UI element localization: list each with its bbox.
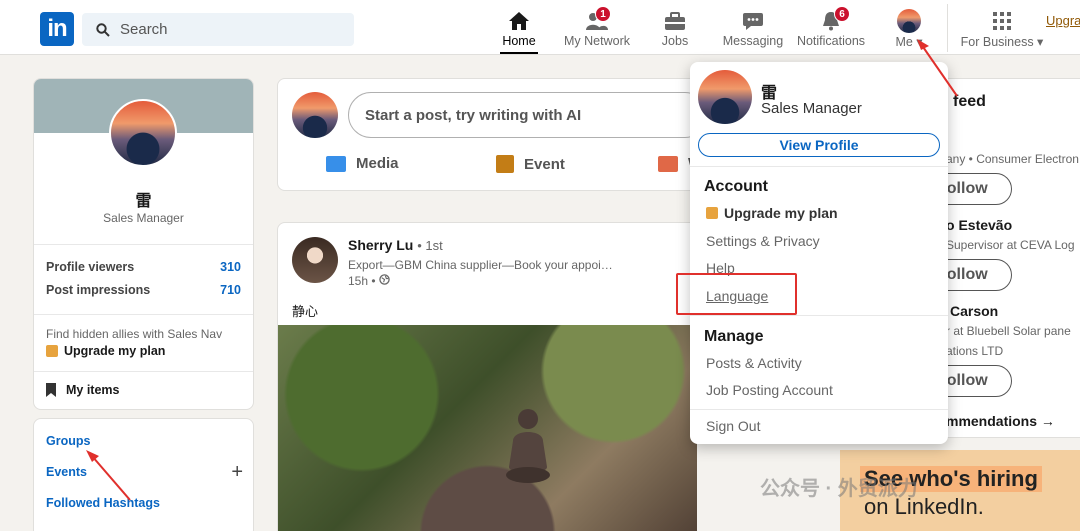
connection-degree: • 1st [417,238,443,253]
avatar [897,8,921,34]
recommendation-3-subtitle-2: ations LTD [946,344,1004,358]
network-badge: 1 [595,6,611,22]
job-posting-account-menu-item[interactable]: Job Posting Account [706,382,833,398]
groups-card: Groups Events + Followed Hashtags [33,418,254,531]
author-headline: Export—GBM China supplier—Book your appo… [348,258,613,272]
recommendation-3-name[interactable]: Carson [950,303,998,319]
nav-jobs-label: Jobs [661,34,689,48]
chat-icon [742,8,764,34]
search-icon [96,22,110,37]
divider [690,409,948,410]
nav-my-network-label: My Network [564,34,630,48]
annotation-arrow-me [917,39,958,97]
settings-privacy-menu-item[interactable]: Settings & Privacy [706,233,820,249]
upgrade-plan-link[interactable]: Upgrade my plan [46,344,165,358]
article-icon [658,155,678,172]
divider [34,244,253,245]
nav-notifications[interactable]: 6 Notifications [796,6,866,54]
media-label: Media [356,155,399,172]
upgrade-plan-menu-label: Upgrade my plan [724,205,838,221]
post-image[interactable] [278,325,697,531]
briefcase-icon [664,8,686,34]
profile-avatar[interactable] [109,99,177,167]
composer-avatar[interactable] [292,92,338,138]
manage-heading: Manage [704,328,764,345]
grid-icon [992,8,1012,34]
bell-icon: 6 [820,6,850,34]
watermark: 公众号 · 外贸派力 [760,478,918,500]
divider [690,315,948,316]
media-button[interactable]: Media [326,155,399,172]
calendar-icon [496,155,514,173]
stat-profile-viewers[interactable]: Profile viewers 310 [46,260,241,274]
stat-post-impressions[interactable]: Post impressions 710 [46,283,241,297]
post-time: 15h • [348,274,390,288]
recommendation-2-subtitle: Supervisor at CEVA Log [946,238,1075,252]
add-event-button[interactable]: + [231,461,243,484]
stat-value: 310 [220,260,241,274]
divider [690,166,948,167]
event-label: Event [524,155,565,173]
post-author[interactable]: Sherry Lu • 1st [348,237,443,253]
upgrade-premium-link[interactable]: Upgra [1046,13,1080,28]
account-heading: Account [704,178,768,195]
upgrade-plan-menu-item[interactable]: Upgrade my plan [706,205,838,221]
upgrade-plan-label: Upgrade my plan [64,344,166,358]
divider [34,371,253,372]
groups-link[interactable]: Groups [46,434,90,448]
premium-icon [706,207,718,219]
notifications-badge: 6 [834,6,850,22]
me-dropdown-menu: 雷 Sales Manager View Profile Account Upg… [690,62,948,444]
profile-title: Sales Manager [103,211,184,225]
divider [34,314,253,315]
nav-messaging[interactable]: Messaging [722,8,784,54]
profile-card: 雷 Sales Manager Profile viewers 310 Post… [33,78,254,410]
stat-label: Profile viewers [46,260,135,274]
nav-for-business-label: For Business ▾ [960,35,1044,49]
author-avatar[interactable] [292,237,338,283]
nav-messaging-label: Messaging [722,34,784,48]
home-icon [508,8,530,34]
author-name: Sherry Lu [348,237,414,253]
nav-home-label: Home [502,34,536,48]
nav-jobs[interactable]: Jobs [662,8,688,54]
stat-value: 710 [220,283,241,297]
start-post-button[interactable]: Start a post, try writing with AI [348,92,697,138]
post-composer: Start a post, try writing with AI Media … [277,78,697,191]
event-button[interactable]: Event [496,155,565,173]
my-items-link[interactable]: My items [46,383,120,397]
view-all-recommendations-link[interactable]: mmendations → [946,413,1055,429]
posts-activity-menu-item[interactable]: Posts & Activity [706,355,802,371]
premium-icon [46,345,58,357]
profile-name[interactable]: 雷 [34,187,253,211]
search-placeholder: Search [120,21,168,38]
buddha-figurine [506,409,550,483]
recommendation-2-name[interactable]: o Estevão [946,217,1012,233]
bookmark-icon [46,383,56,397]
sales-nav-promo: Find hidden allies with Sales Nav [46,327,223,341]
language-highlight-box [676,273,797,315]
post-time-label: 15h • [348,274,376,288]
linkedin-logo[interactable]: in [40,12,74,46]
dropdown-avatar[interactable] [698,70,752,124]
dropdown-title: Sales Manager [761,100,862,117]
post-text: 静心 [292,304,319,319]
recommendation-1-subtitle: any • Consumer Electron [946,152,1079,166]
nav-for-business[interactable]: For Business ▾ [960,8,1044,54]
my-items-label: My items [66,383,120,397]
sign-out-menu-item[interactable]: Sign Out [706,418,760,434]
globe-icon [379,274,390,285]
feed-post: Sherry Lu • 1st Export—GBM China supplie… [277,222,697,531]
view-profile-button[interactable]: View Profile [698,133,940,157]
recommendation-3-subtitle: r at Bluebell Solar pane [946,324,1071,338]
network-icon: 1 [585,6,611,34]
annotation-arrow-groups [86,450,131,501]
events-link[interactable]: Events [46,465,87,479]
nav-my-network[interactable]: 1 My Network [562,6,632,54]
nav-notifications-label: Notifications [796,34,866,48]
image-icon [326,155,346,172]
nav-home[interactable]: Home [500,8,538,54]
search-input[interactable]: Search [82,13,354,46]
stat-label: Post impressions [46,283,151,297]
